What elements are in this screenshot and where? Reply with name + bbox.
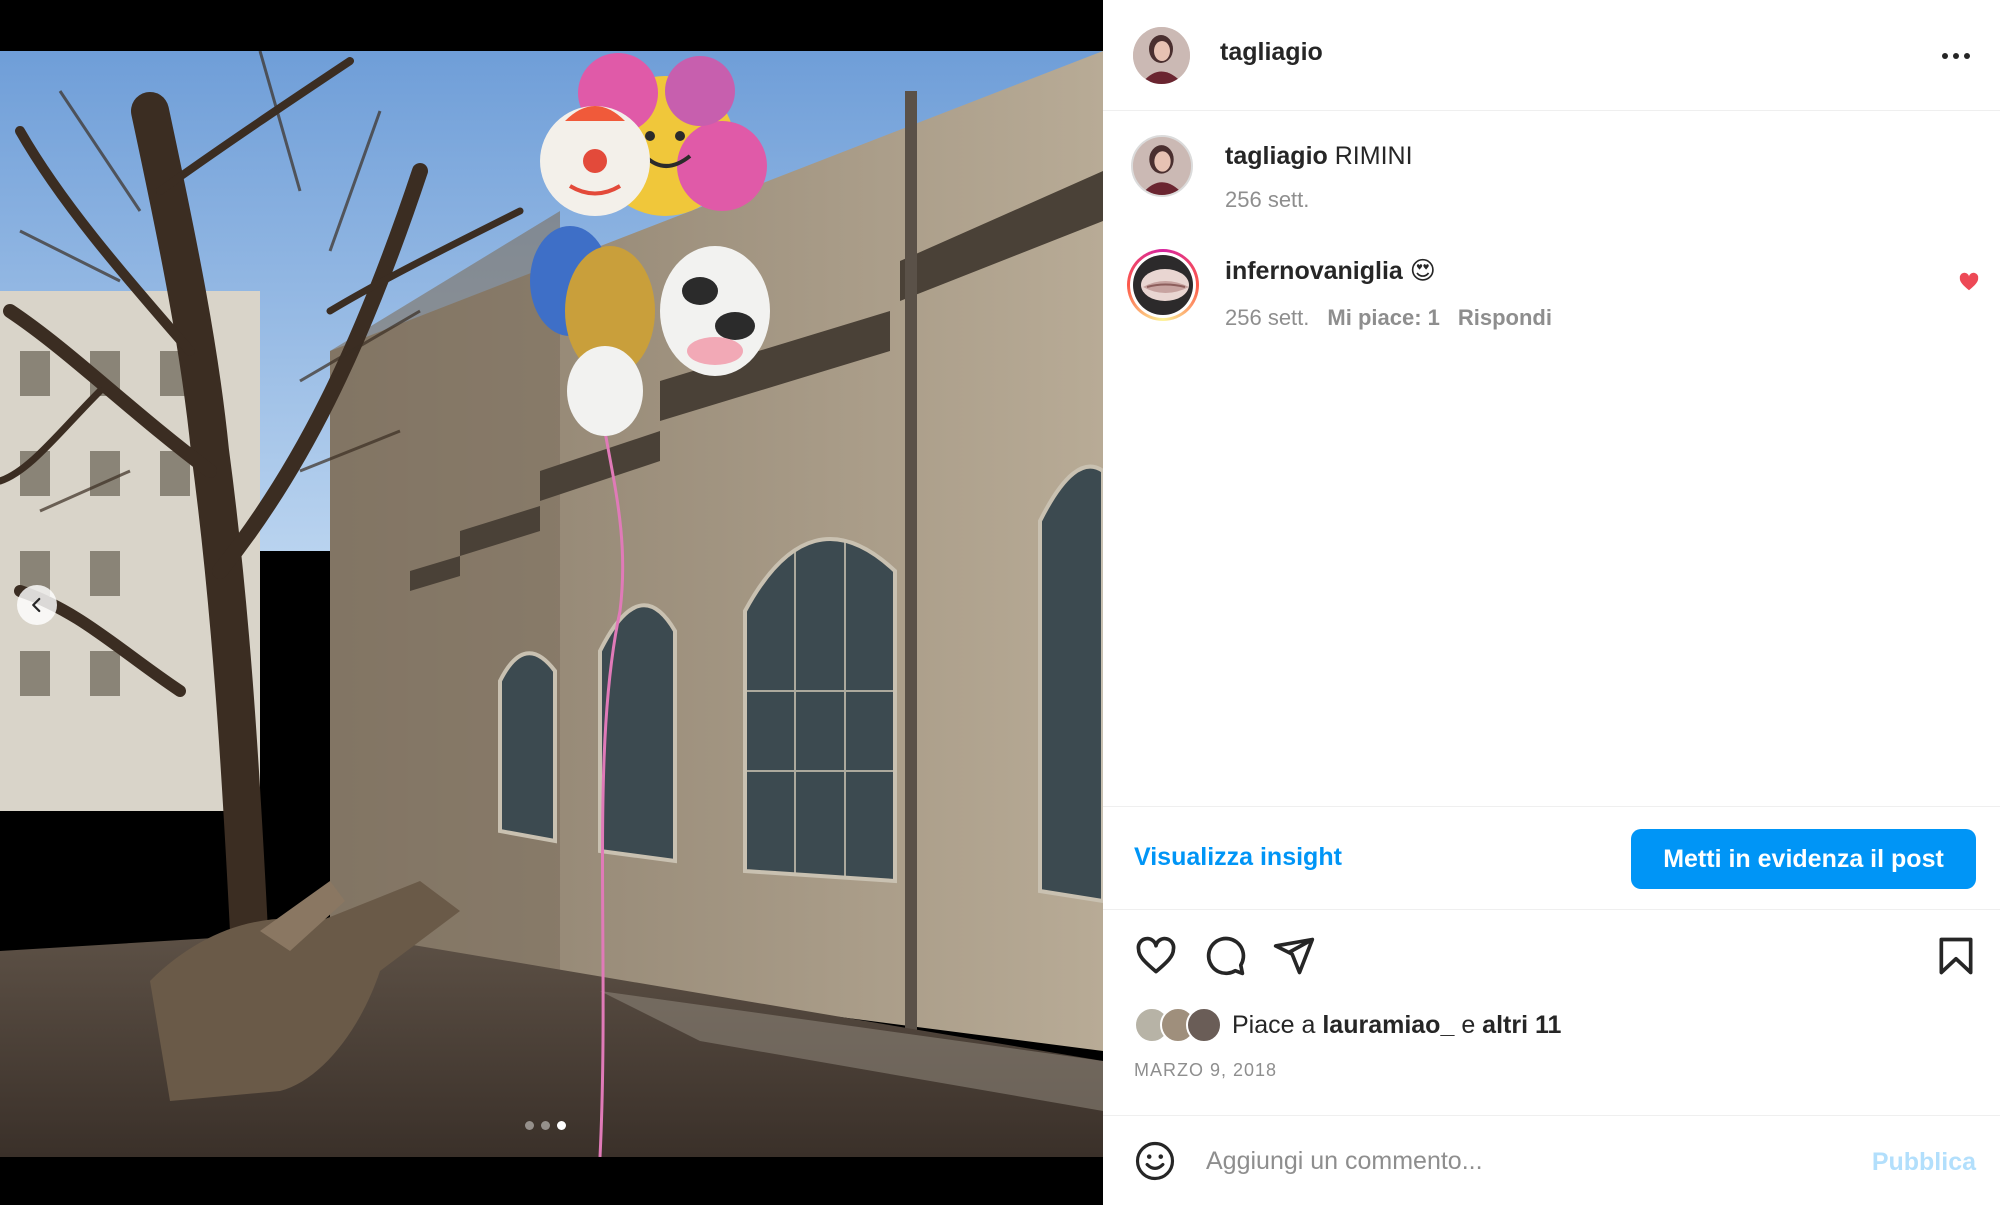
carousel-dot <box>557 1121 566 1130</box>
likes-prefix: Piace a <box>1232 1010 1316 1039</box>
liker-avatar <box>1186 1007 1222 1043</box>
more-dot <box>1953 53 1959 59</box>
likes-others[interactable]: altri 11 <box>1482 1011 1561 1039</box>
carousel-dot <box>541 1121 550 1130</box>
comment-text: infernovaniglia 😍 <box>1225 256 1436 286</box>
insights-bar: Visualizza insight Metti in evidenza il … <box>1103 806 2000 910</box>
carousel-dot <box>525 1121 534 1130</box>
comment-reply-button[interactable]: Rispondi <box>1458 305 1552 330</box>
promote-post-button[interactable]: Metti in evidenza il post <box>1631 829 1976 889</box>
post-photo[interactable] <box>0 51 1103 1157</box>
comment-input[interactable] <box>1206 1138 1786 1184</box>
comments-section: tagliagio RIMINI 256 sett. infernovanigl… <box>1103 111 2000 806</box>
heart-icon[interactable] <box>1134 934 1178 978</box>
comment-body: 😍 <box>1409 257 1436 285</box>
commenter-avatar <box>1133 255 1193 315</box>
more-horizontal-icon <box>1942 53 1948 59</box>
chevron-left-icon <box>32 597 41 613</box>
comment-likes[interactable]: Mi piace: 1 <box>1327 305 1439 330</box>
post-header: tagliagio <box>1103 0 2000 111</box>
bookmark-icon[interactable] <box>1934 934 1978 978</box>
media-pane <box>0 0 1103 1205</box>
share-icon[interactable] <box>1272 934 1316 978</box>
emoji-icon[interactable] <box>1134 1140 1176 1182</box>
comment-time[interactable]: 256 sett. <box>1225 305 1309 330</box>
author-avatar[interactable] <box>1133 27 1190 84</box>
carousel-prev-button[interactable] <box>17 585 57 625</box>
caption-avatar[interactable] <box>1131 135 1193 197</box>
add-comment-bar: Pubblica <box>1103 1115 2000 1205</box>
likes-user[interactable]: lauramiao_ <box>1322 1011 1454 1039</box>
post-actions: Piace a lauramiao_ e altri 11 MARZO 9, 2… <box>1103 910 2000 1115</box>
photo-illustration <box>0 51 1103 1157</box>
commenter-story-ring[interactable] <box>1127 249 1199 321</box>
likes-text: Piace a lauramiao_ e altri 11 <box>1232 1011 1561 1040</box>
post-side-panel: tagliagio tagliagio RIMINI 256 sett. inf… <box>1103 0 2000 1205</box>
post-date[interactable]: MARZO 9, 2018 <box>1134 1060 1277 1081</box>
comment-liked-heart-icon[interactable] <box>1958 271 1980 293</box>
author-username[interactable]: tagliagio <box>1220 38 1323 67</box>
publish-comment-button[interactable]: Pubblica <box>1872 1148 1976 1177</box>
caption-text: tagliagio RIMINI <box>1225 142 1413 171</box>
likes-joiner: e <box>1461 1010 1476 1039</box>
comment-username[interactable]: infernovaniglia <box>1225 257 1403 285</box>
likes-summary: Piace a lauramiao_ e altri 11 <box>1134 1005 1561 1045</box>
caption-avatar-image <box>1133 137 1191 195</box>
comment-meta: 256 sett. Mi piace: 1 Rispondi <box>1225 305 1552 331</box>
post-viewer: tagliagio tagliagio RIMINI 256 sett. inf… <box>0 0 2000 1205</box>
view-insights-link[interactable]: Visualizza insight <box>1134 843 1342 872</box>
author-avatar-image <box>1133 27 1190 84</box>
commenter-ring-inner <box>1130 252 1196 318</box>
carousel-dots <box>525 1121 566 1130</box>
caption-username[interactable]: tagliagio <box>1225 142 1328 170</box>
more-options-button[interactable] <box>1934 36 1978 76</box>
caption-time[interactable]: 256 sett. <box>1225 187 1309 213</box>
comment-icon[interactable] <box>1203 934 1247 978</box>
commenter-avatar-image <box>1133 255 1193 315</box>
caption-body: RIMINI <box>1334 142 1413 170</box>
more-dot <box>1964 53 1970 59</box>
